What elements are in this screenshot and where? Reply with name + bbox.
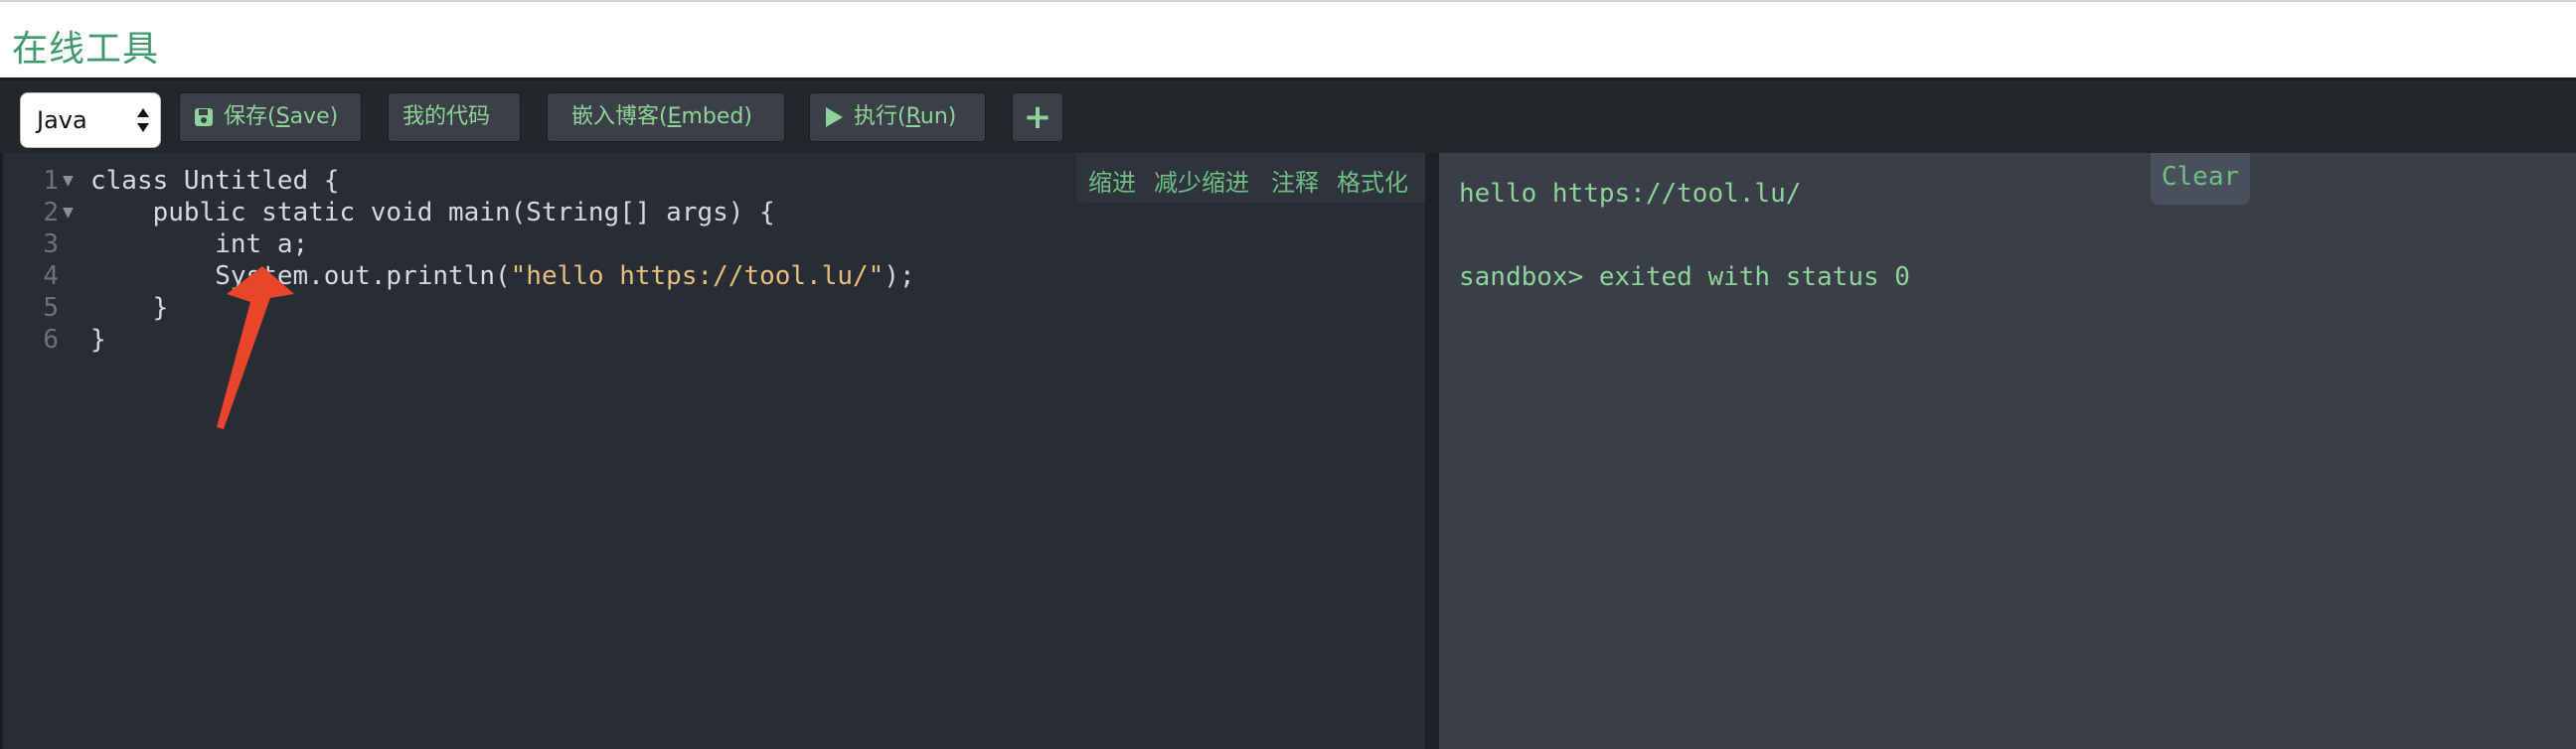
save-icon — [195, 108, 213, 126]
plus-icon: + — [1023, 97, 1052, 137]
line-number: 4 — [43, 261, 59, 291]
code-line: } — [90, 325, 106, 355]
code-line: public static void main(String[] args) { — [90, 198, 775, 227]
line-number: 6 — [43, 325, 59, 355]
title-bar: 在线工具 — [0, 0, 2576, 77]
code-line: class Untitled { — [90, 166, 340, 196]
editor-toolbar: 缩进 减少缩进 注释 格式化 — [1076, 153, 1428, 203]
embed-button[interactable]: 嵌入博客(Embed) — [547, 92, 785, 142]
line-number: 2 — [43, 198, 59, 227]
my-code-button[interactable]: 我的代码 — [388, 92, 521, 142]
select-arrows-icon — [137, 108, 149, 132]
indent-button[interactable]: 缩进 — [1088, 163, 1136, 198]
run-button[interactable]: 执行(Run) — [809, 92, 986, 142]
my-code-button-label: 我的代码 — [402, 104, 491, 129]
outdent-button[interactable]: 减少缩进 — [1154, 163, 1249, 198]
save-button[interactable]: 保存(Save) — [179, 92, 362, 142]
clear-button[interactable]: Clear — [2151, 153, 2250, 205]
play-icon — [826, 107, 843, 127]
language-select[interactable]: Java — [20, 92, 161, 148]
format-button[interactable]: 格式化 — [1337, 163, 1408, 198]
save-button-label: 保存(Save) — [224, 104, 339, 129]
code-editor[interactable]: 1 ▼ 2 ▼ 3 4 5 6 class Untitled { public … — [0, 153, 1428, 749]
page-title: 在线工具 — [12, 29, 160, 70]
line-number: 5 — [43, 293, 59, 323]
code-line: System.out.println("hello https://tool.l… — [90, 261, 915, 291]
line-number: 1 — [43, 166, 59, 196]
fold-arrow-icon[interactable]: ▼ — [63, 165, 77, 197]
code-line: } — [90, 293, 169, 323]
comment-button[interactable]: 注释 — [1271, 163, 1319, 198]
code-line: int a; — [90, 229, 309, 259]
fold-arrow-icon[interactable]: ▼ — [63, 197, 77, 228]
run-button-label: 执行(Run) — [854, 104, 957, 129]
pane-splitter[interactable] — [1425, 153, 1439, 749]
line-number: 3 — [43, 229, 59, 259]
output-console: hello https://tool.lu/ sandbox> exited w… — [1439, 153, 2576, 749]
output-line: hello https://tool.lu/ — [1459, 179, 1802, 209]
line-number-gutter: 1 ▼ 2 ▼ 3 4 5 6 — [3, 153, 86, 749]
language-select-value: Java — [37, 106, 87, 134]
toolbar: Java 保存(Save) 我的代码 嵌入博客(Embed) 执行(Run) + — [0, 77, 2576, 153]
embed-button-label: 嵌入博客(Embed) — [571, 104, 752, 129]
output-line: sandbox> exited with status 0 — [1459, 262, 1910, 292]
add-button[interactable]: + — [1012, 92, 1063, 142]
